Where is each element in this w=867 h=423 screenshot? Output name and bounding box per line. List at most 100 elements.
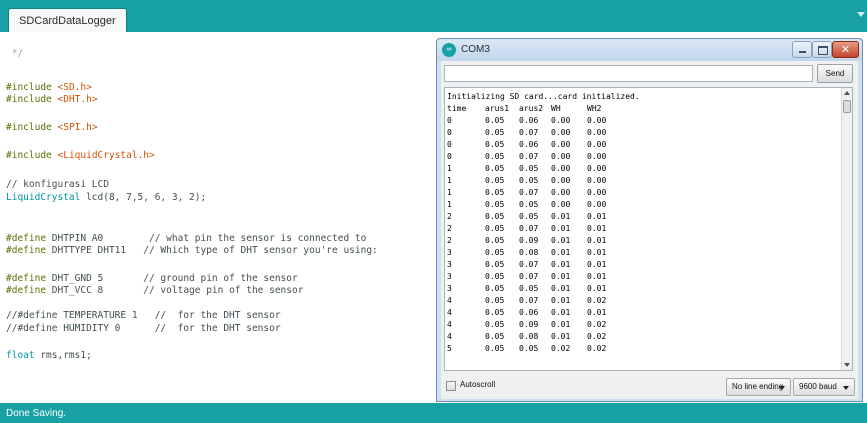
output-cell: 0.01: [551, 224, 571, 233]
output-cell: 0.05: [485, 296, 505, 305]
output-cell: 0.00: [551, 176, 571, 185]
output-cell: 0.05: [485, 332, 505, 341]
output-row: 1 0.05 0.05 0.00 0.00: [447, 199, 842, 211]
output-cell: 0.05: [485, 344, 505, 353]
code-line: #define DHTPIN A0 // what pin the sensor…: [6, 233, 367, 244]
code-line: #define DHT_GND 5 // ground pin of the s…: [6, 273, 298, 284]
output-row: 0 0.05 0.06 0.00 0.00: [447, 139, 842, 151]
output-cell: 5: [447, 344, 452, 353]
code-line: #include <DHT.h>: [6, 94, 98, 105]
output-cell: 1: [447, 188, 452, 197]
serial-monitor-titlebar[interactable]: ∞ COM3 ✕: [437, 39, 862, 61]
output-cell: 0.01: [587, 236, 607, 245]
send-button[interactable]: Send: [817, 64, 853, 83]
output-cell: 0.05: [485, 284, 505, 293]
output-cell: 0.05: [485, 188, 505, 197]
serial-options-bar: Autoscroll No line ending 9600 baud: [441, 374, 858, 399]
output-cell: 0.02: [587, 296, 607, 305]
output-cell: 0: [447, 116, 452, 125]
output-cell: 0.07: [519, 152, 539, 161]
serial-monitor-window[interactable]: ∞ COM3 ✕ Send Initializing SD card...car…: [436, 38, 863, 402]
editor-tab-bar: SDCardDataLogger: [0, 0, 867, 32]
output-cell: 2: [447, 212, 452, 221]
output-cell: 0.05: [519, 344, 539, 353]
output-row: 4 0.05 0.08 0.01 0.02: [447, 331, 842, 343]
output-row: 5 0.05 0.05 0.02 0.02: [447, 343, 842, 355]
output-cell: 0.00: [587, 200, 607, 209]
output-cell: 0: [447, 152, 452, 161]
scroll-down-icon[interactable]: [844, 363, 850, 367]
code-line: #include <SPI.h>: [6, 122, 98, 133]
serial-monitor-body: Send Initializing SD card...card initial…: [441, 61, 858, 399]
minimize-icon: [799, 51, 806, 53]
chevron-down-icon: [843, 386, 849, 390]
output-cell: 0.05: [485, 200, 505, 209]
tab-menu-arrow-icon[interactable]: [857, 12, 865, 17]
output-cell: 1: [447, 176, 452, 185]
output-cell: 0.06: [519, 140, 539, 149]
code-line: float rms,rms1;: [6, 350, 92, 361]
output-cell: 0.05: [519, 212, 539, 221]
code-line: */: [6, 48, 24, 59]
output-row: 0 0.05 0.07 0.00 0.00: [447, 127, 842, 139]
output-scrollbar[interactable]: [841, 88, 852, 370]
output-cell: 4: [447, 296, 452, 305]
output-cell: 0.01: [587, 308, 607, 317]
serial-command-input[interactable]: [444, 65, 813, 82]
output-cell: 0.05: [485, 140, 505, 149]
tab-sketch-label: SDCardDataLogger: [19, 15, 116, 27]
output-cell: 0.05: [485, 320, 505, 329]
output-cell: 0.05: [519, 284, 539, 293]
arduino-logo-icon: ∞: [442, 43, 456, 57]
output-row: 1 0.05 0.05 0.00 0.00: [447, 163, 842, 175]
output-cell: 0.05: [485, 212, 505, 221]
output-cell: 4: [447, 320, 452, 329]
maximize-button[interactable]: [812, 41, 832, 58]
output-cell: 0.02: [551, 344, 571, 353]
output-cell: 0.01: [551, 308, 571, 317]
column-header: arus2: [519, 104, 544, 113]
output-cell: 0.00: [551, 128, 571, 137]
maximize-icon: [818, 46, 828, 55]
output-cell: 4: [447, 332, 452, 341]
autoscroll-label: Autoscroll: [460, 380, 496, 389]
tab-sketch[interactable]: SDCardDataLogger: [8, 8, 127, 32]
output-cell: 0.01: [587, 260, 607, 269]
close-button[interactable]: ✕: [832, 41, 859, 58]
output-cell: 0.07: [519, 260, 539, 269]
output-cell: 3: [447, 272, 452, 281]
output-cell: 0.00: [551, 164, 571, 173]
output-cell: 0.05: [485, 260, 505, 269]
minimize-button[interactable]: [792, 41, 812, 58]
scroll-thumb[interactable]: [843, 100, 851, 113]
code-line: #define DHT_VCC 8 // voltage pin of the …: [6, 285, 304, 296]
output-cell: 0.05: [485, 308, 505, 317]
output-cell: 0.00: [587, 128, 607, 137]
output-cell: 0.05: [485, 236, 505, 245]
output-row: 0 0.05 0.07 0.00 0.00: [447, 151, 842, 163]
output-cell: 0.01: [587, 248, 607, 257]
output-cell: 0.00: [587, 164, 607, 173]
output-cell: 0.01: [551, 260, 571, 269]
serial-output[interactable]: Initializing SD card...card initialized.…: [444, 87, 853, 371]
chevron-down-icon: [779, 386, 785, 390]
output-cell: 2: [447, 224, 452, 233]
output-row: 4 0.05 0.06 0.01 0.01: [447, 307, 842, 319]
baud-rate-select[interactable]: 9600 baud: [793, 378, 855, 396]
serial-output-text: Initializing SD card...card initialized.…: [447, 91, 842, 355]
code-line: //#define TEMPERATURE 1 // for the DHT s…: [6, 310, 281, 321]
output-cell: 3: [447, 260, 452, 269]
autoscroll-checkbox[interactable]: [446, 381, 456, 391]
output-cell: 0.09: [519, 236, 539, 245]
output-cell: 0.00: [587, 152, 607, 161]
column-header: time: [447, 104, 467, 113]
output-row: 1 0.05 0.07 0.00 0.00: [447, 187, 842, 199]
line-ending-select[interactable]: No line ending: [726, 378, 791, 396]
output-cell: 0.00: [551, 152, 571, 161]
output-cell: 0.05: [485, 164, 505, 173]
output-cell: 0.00: [551, 140, 571, 149]
scroll-up-icon[interactable]: [844, 91, 850, 95]
window-title: COM3: [461, 44, 490, 55]
output-cell: 2: [447, 236, 452, 245]
baud-rate-value: 9600 baud: [799, 382, 837, 391]
